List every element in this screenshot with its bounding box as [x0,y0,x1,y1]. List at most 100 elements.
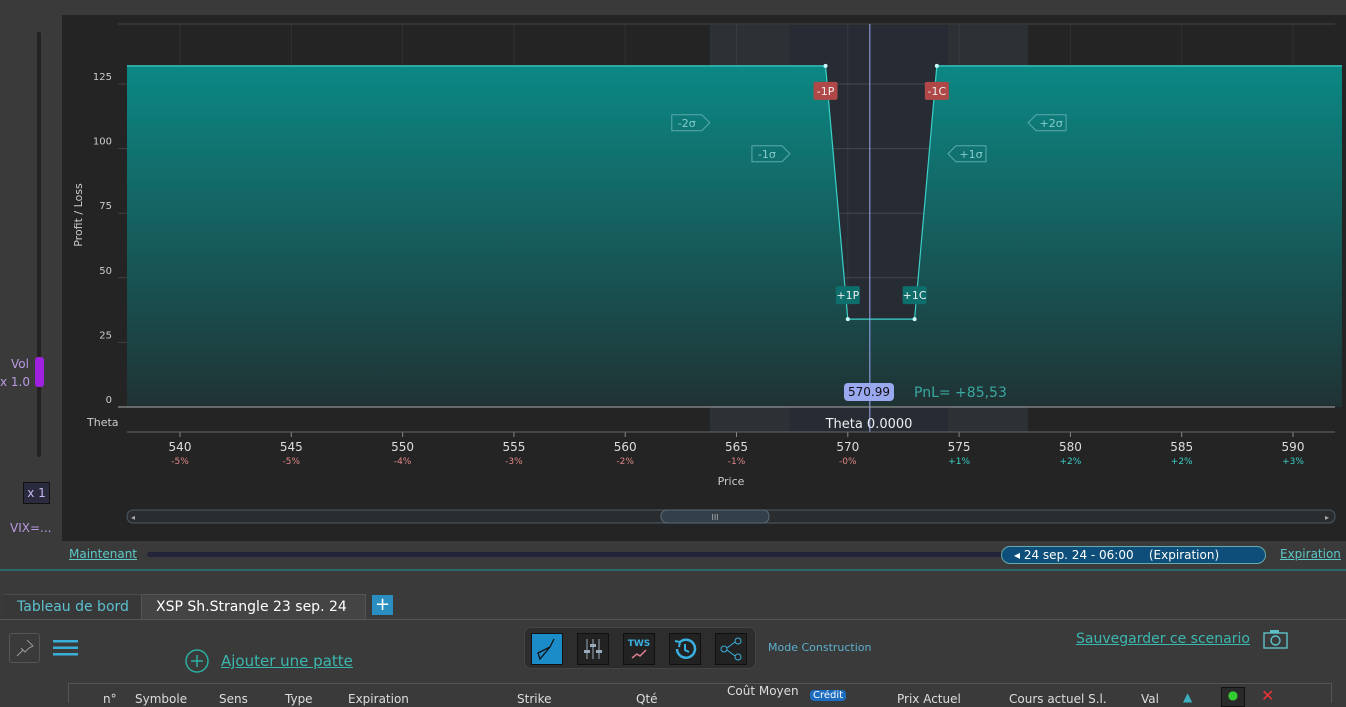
add-tab-button[interactable]: + [372,595,393,615]
x-tick-label: 555 [502,440,525,454]
construction-mode-button[interactable] [531,633,563,665]
pin-icon [16,639,34,657]
tws-button[interactable]: TWS [623,633,655,665]
x-tick-pct: +3% [1282,457,1304,467]
x-tick-label: 540 [169,440,192,454]
share-icon [720,637,742,661]
sort-up-icon[interactable]: ▲ [1183,690,1192,704]
trend-icon [631,649,647,659]
screenshot-button[interactable] [1263,629,1289,653]
x-tick-label: 590 [1282,440,1305,454]
col-symbol: Symbole [135,692,188,706]
x-tick-label: 545 [280,440,303,454]
col-strike: Strike [517,692,552,706]
time-date-label: 24 sep. 24 - 06:00 (Expiration) [1023,548,1220,562]
x-tick-label: 570 [836,440,859,454]
mode-toolbar: TWS [524,627,756,669]
x-tick-pct: -0% [839,457,857,467]
col-qty: Qté [636,692,658,706]
delete-icon[interactable]: ✕ [1261,686,1274,705]
x-tick-pct: -2% [616,457,634,467]
tab-strategy[interactable]: XSP Sh.Strangle 23 sep. 24 [141,594,366,619]
leg-point [823,63,828,68]
col-expiration: Expiration [348,692,409,706]
x-tick-pct: -1% [728,457,746,467]
leg-label: -1C [928,85,947,98]
leg-label: -1P [817,85,835,98]
svg-text:III: III [711,513,718,522]
leg-label: +1C [903,289,927,302]
x-tick-pct: -3% [505,457,523,467]
credit-toggle[interactable]: Crédit [810,690,847,701]
pin-button[interactable] [9,633,40,663]
time-slider-handle[interactable]: ◂ 24 sep. 24 - 06:00 (Expiration) [1001,546,1266,564]
current-price-tag: 570.99 [844,383,894,401]
theta-row-label: Theta [86,416,119,429]
col-value: Val [1141,692,1159,706]
menu-button[interactable] [53,639,79,661]
x-tick-pct: +1% [948,457,970,467]
history-button[interactable] [669,633,701,665]
col-avg-cost: Coût Moyen [727,684,799,698]
scroll-right-arrow[interactable]: ▸ [1325,513,1329,522]
add-leg-button[interactable] [184,648,210,678]
save-scenario-link[interactable]: Sauvegarder ce scenario [1076,631,1250,647]
col-underlying-price: Cours actuel S.l. [1009,692,1107,706]
tab-divider [0,619,1346,620]
col-current-price: Prix Actuel [897,692,961,706]
legs-table-header: n° Symbole Sens Type Expiration Strike Q… [68,683,1332,707]
tab-dashboard[interactable]: Tableau de bord [3,594,143,619]
leg-point [912,317,917,322]
y-axis-label: Profit / Loss [72,183,85,247]
x-tick-label: 575 [948,440,971,454]
y-tick-label: 100 [93,137,112,148]
x-tick-label: 560 [614,440,637,454]
x-tick-label: 580 [1059,440,1082,454]
camera-icon [1263,630,1288,649]
leg-point [934,63,939,68]
history-icon [674,638,697,659]
sigma-label: +1σ [959,148,982,161]
payoff-area [127,65,1342,408]
add-leg-link[interactable]: Ajouter une patte [221,652,353,670]
pnl-label: PnL= +85,53 [914,385,1007,401]
tws-label: TWS [627,639,651,649]
theta-value: Theta 0.0000 [825,417,913,432]
trowel-icon [537,638,555,661]
col-type: Type [285,692,313,706]
y-tick-label: 125 [93,72,112,83]
now-link[interactable]: Maintenant [69,547,137,561]
y-tick-label: 0 [106,395,112,406]
x-tick-pct: +2% [1171,457,1193,467]
hamburger-icon [53,640,78,656]
x-tick-label: 585 [1170,440,1193,454]
leg-point [845,317,850,322]
adjust-button[interactable] [577,633,609,665]
x-tick-pct: -5% [283,457,301,467]
sigma-label: +2σ [1040,117,1063,130]
sliders-icon [584,639,602,659]
mode-label: Mode Construction [768,641,872,654]
y-tick-label: 50 [99,266,112,277]
x-axis-label: Price [718,475,745,488]
leg-label: +1P [836,289,859,302]
x-tick-pct: -5% [171,457,189,467]
payoff-chart[interactable]: 0 25 50 75 100 125 540 -5% 545 -5% 550 -4% 555 -3% 56… [0,0,1346,545]
y-tick-label: 75 [99,201,112,212]
sigma-label: -2σ [678,117,696,130]
current-price-value: 570.99 [848,385,890,399]
time-slider-track[interactable] [147,552,1017,557]
expiration-link[interactable]: Expiration [1280,547,1341,561]
x-tick-pct: +2% [1059,457,1081,467]
plus-circle-icon [185,649,209,673]
time-left-arrow[interactable]: ◂ [1014,548,1024,562]
x-tick-label: 550 [391,440,414,454]
x-tick-label: 565 [725,440,748,454]
panel-splitter[interactable] [0,569,1346,571]
scroll-left-arrow[interactable]: ◂ [131,513,135,522]
y-tick-label: 25 [99,330,112,341]
horizontal-scrollbar[interactable]: III ◂ ▸ [126,509,1336,524]
col-number: n° [103,692,117,706]
refresh-button[interactable]: ● [1221,687,1245,707]
share-button[interactable] [715,633,747,665]
